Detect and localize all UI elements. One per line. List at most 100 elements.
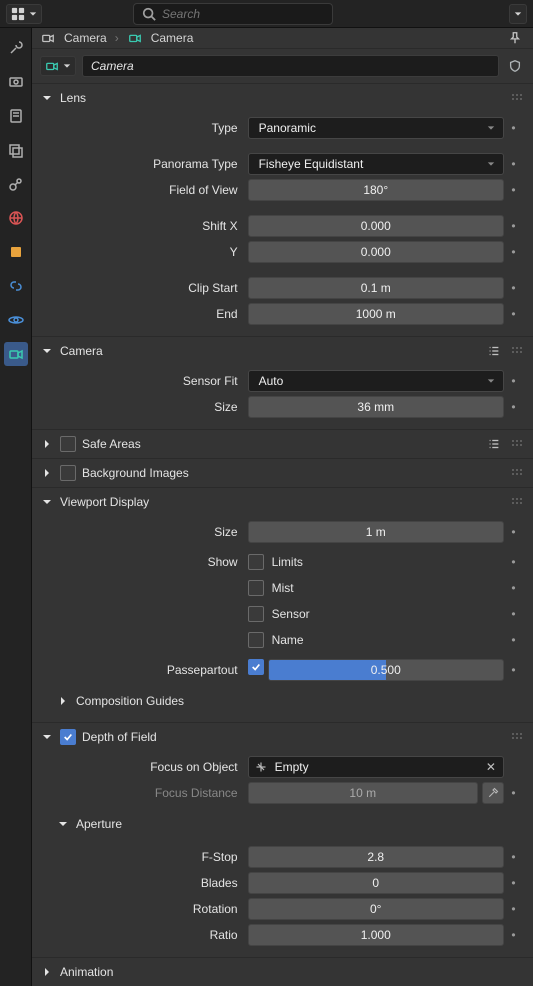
label-sensor-fit: Sensor Fit [32,374,248,388]
chevron-right-icon [40,437,54,451]
datablock-picker[interactable] [40,56,76,76]
safe-areas-checkbox[interactable] [60,436,76,452]
show-limits-label: Limits [272,555,303,569]
shift-y-field[interactable]: 0.000 [248,241,504,263]
options-popover[interactable] [509,4,527,24]
search-input[interactable] [162,7,324,21]
show-mist-label: Mist [272,581,294,595]
panel-drag-icon[interactable] [509,437,525,451]
animate-dot[interactable]: • [504,581,523,595]
section-header-animation[interactable]: Animation [32,958,533,986]
animate-dot[interactable]: • [504,525,523,539]
tab-tool[interactable] [4,36,28,60]
show-name-checkbox[interactable] [248,632,264,648]
passepartout-slider[interactable]: 0.500 [268,659,504,681]
label-shift-y: Y [32,245,248,259]
show-mist-checkbox[interactable] [248,580,264,596]
animate-dot[interactable]: • [504,374,523,388]
tab-scene[interactable] [4,172,28,196]
section-lens: Lens TypePanoramic• Panorama TypeFisheye… [32,84,533,337]
shift-x-field[interactable]: 0.000 [248,215,504,237]
fstop-field[interactable]: 2.8 [248,846,504,868]
tab-constraints[interactable] [4,274,28,298]
show-limits-checkbox[interactable] [248,554,264,570]
panel-drag-icon[interactable] [509,91,525,105]
animate-dot[interactable]: • [504,850,523,864]
sensor-fit-dropdown[interactable]: Auto [248,370,504,392]
animate-dot[interactable]: • [504,307,523,321]
tab-object[interactable] [4,240,28,264]
focus-object-picker[interactable]: Empty✕ [248,756,504,778]
section-header-viewport-display[interactable]: Viewport Display [32,488,533,516]
panel-drag-icon[interactable] [509,466,525,480]
rotation-field[interactable]: 0° [248,898,504,920]
section-header-camera[interactable]: Camera [32,337,533,365]
section-title: Depth of Field [82,730,157,744]
datablock-row [32,49,533,84]
breadcrumb-data[interactable]: Camera [151,31,194,45]
animate-dot[interactable]: • [504,219,523,233]
animate-dot[interactable]: • [504,633,523,647]
tab-render[interactable] [4,70,28,94]
clip-start-field[interactable]: 0.1 m [248,277,504,299]
focus-distance-field[interactable]: 10 m [248,782,478,804]
tab-output[interactable] [4,104,28,128]
chevron-down-icon [40,91,54,105]
sensor-size-field[interactable]: 36 mm [248,396,504,418]
panel-drag-icon[interactable] [509,730,525,744]
animate-dot[interactable]: • [504,663,523,677]
animate-dot[interactable]: • [504,902,523,916]
display-size-field[interactable]: 1 m [248,521,504,543]
animate-dot[interactable]: • [504,876,523,890]
editor-type-picker[interactable] [6,4,42,24]
section-header-background-images[interactable]: Background Images [32,459,533,487]
fake-user-shield-icon[interactable] [505,56,525,76]
panorama-type-dropdown[interactable]: Fisheye Equidistant [248,153,504,175]
label-passepartout: Passepartout [32,663,248,677]
animate-dot[interactable]: • [504,157,523,171]
fov-field[interactable]: 180° [248,179,504,201]
tab-world[interactable] [4,206,28,230]
panel-drag-icon[interactable] [509,495,525,509]
animate-dot[interactable]: • [504,786,523,800]
safe-areas-presets-icon[interactable] [485,435,503,453]
panel-drag-icon[interactable] [509,344,525,358]
label-show: Show [32,555,248,569]
chevron-down-icon [63,62,71,70]
lens-type-dropdown[interactable]: Panoramic [248,117,504,139]
tab-viewlayer[interactable] [4,138,28,162]
clear-icon[interactable]: ✕ [483,760,499,774]
section-header-depth-of-field[interactable]: Depth of Field [32,723,533,751]
blades-field[interactable]: 0 [248,872,504,894]
ratio-field[interactable]: 1.000 [248,924,504,946]
camera-data-icon [127,30,143,46]
breadcrumb-object[interactable]: Camera [64,31,107,45]
camera-presets-icon[interactable] [485,342,503,360]
animate-dot[interactable]: • [504,183,523,197]
passepartout-checkbox[interactable] [248,659,264,675]
animate-dot[interactable]: • [504,400,523,414]
label-fov: Field of View [32,183,248,197]
label-clip-end: End [32,307,248,321]
dof-checkbox[interactable] [60,729,76,745]
tab-camera-data[interactable] [4,342,28,366]
animate-dot[interactable]: • [504,607,523,621]
section-header-safe-areas[interactable]: Safe Areas [32,430,533,458]
sub-header-composition-guides[interactable]: Composition Guides [32,688,533,714]
pin-icon[interactable] [505,28,525,48]
animate-dot[interactable]: • [504,121,523,135]
show-sensor-checkbox[interactable] [248,606,264,622]
animate-dot[interactable]: • [504,281,523,295]
section-depth-of-field: Depth of Field Focus on ObjectEmpty✕ Foc… [32,723,533,958]
background-images-checkbox[interactable] [60,465,76,481]
section-header-lens[interactable]: Lens [32,84,533,112]
eyedropper-icon[interactable] [482,782,504,804]
sub-header-aperture[interactable]: Aperture [32,811,533,837]
animate-dot[interactable]: • [504,245,523,259]
animate-dot[interactable]: • [504,928,523,942]
datablock-name-input[interactable] [82,55,499,77]
properties-search[interactable] [133,3,333,25]
tab-physics[interactable] [4,308,28,332]
clip-end-field[interactable]: 1000 m [248,303,504,325]
animate-dot[interactable]: • [504,555,523,569]
